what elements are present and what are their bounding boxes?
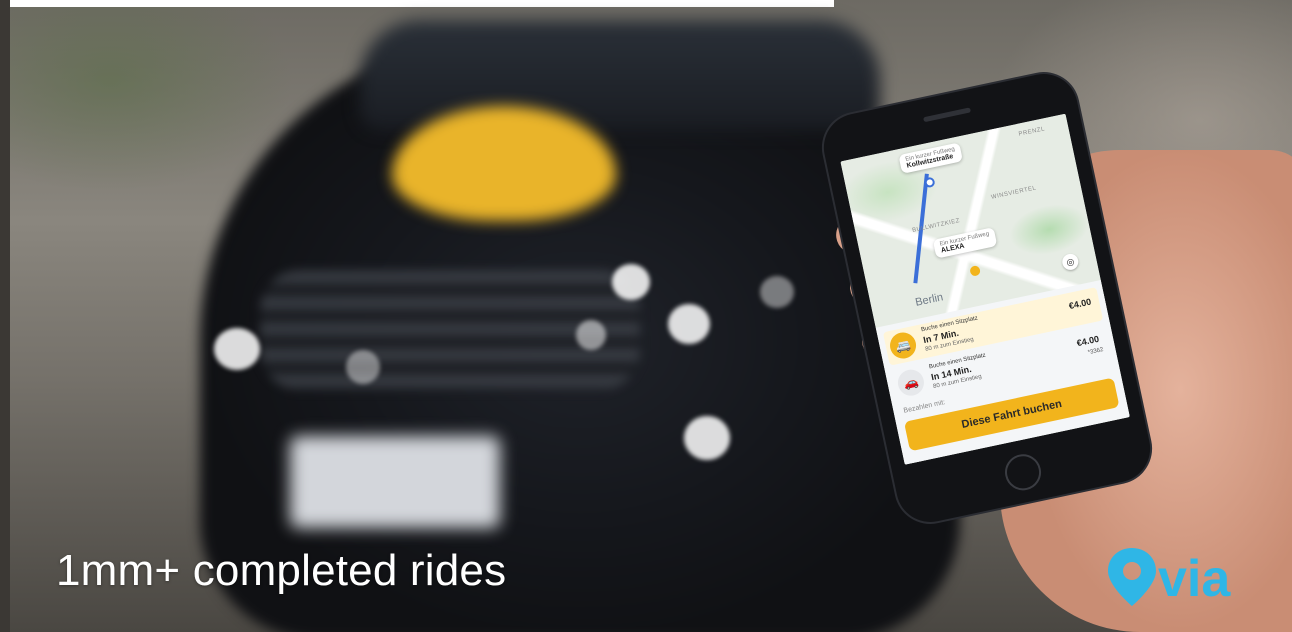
home-button[interactable] — [1001, 450, 1045, 494]
headlight-bokeh — [668, 304, 710, 344]
license-plate — [290, 436, 500, 528]
van-windshield — [360, 20, 880, 130]
top-white-bar — [10, 0, 834, 7]
location-pin-icon — [1108, 548, 1156, 606]
shuttle-icon: 🚐 — [887, 330, 919, 361]
headlight-bokeh — [760, 276, 794, 308]
payment-card[interactable]: *3362 — [1087, 347, 1104, 356]
via-logo: via — [1108, 548, 1231, 608]
via-logo-text: via — [1158, 550, 1231, 608]
headlight-bokeh — [684, 416, 730, 460]
headline-caption: 1mm+ completed rides — [56, 546, 507, 595]
headlight-bokeh — [346, 350, 380, 384]
headlight-bokeh — [612, 264, 650, 300]
phone-speaker — [923, 107, 972, 123]
pay-with-label: Bezahlen mit: — [903, 399, 946, 415]
phone-screen: Ein kurzer Fußweg Kollwitzstraße PRENZL … — [840, 113, 1130, 465]
headlight-bokeh — [214, 328, 260, 370]
headlight-bokeh — [576, 320, 606, 350]
ride-price: €4.00 — [1075, 333, 1100, 349]
car-icon: 🚗 — [895, 367, 927, 399]
photo-backdrop: Ein kurzer Fußweg Kollwitzstraße PRENZL … — [0, 0, 1292, 632]
left-edge-strip — [0, 0, 10, 632]
ride-price: €4.00 — [1067, 296, 1093, 312]
